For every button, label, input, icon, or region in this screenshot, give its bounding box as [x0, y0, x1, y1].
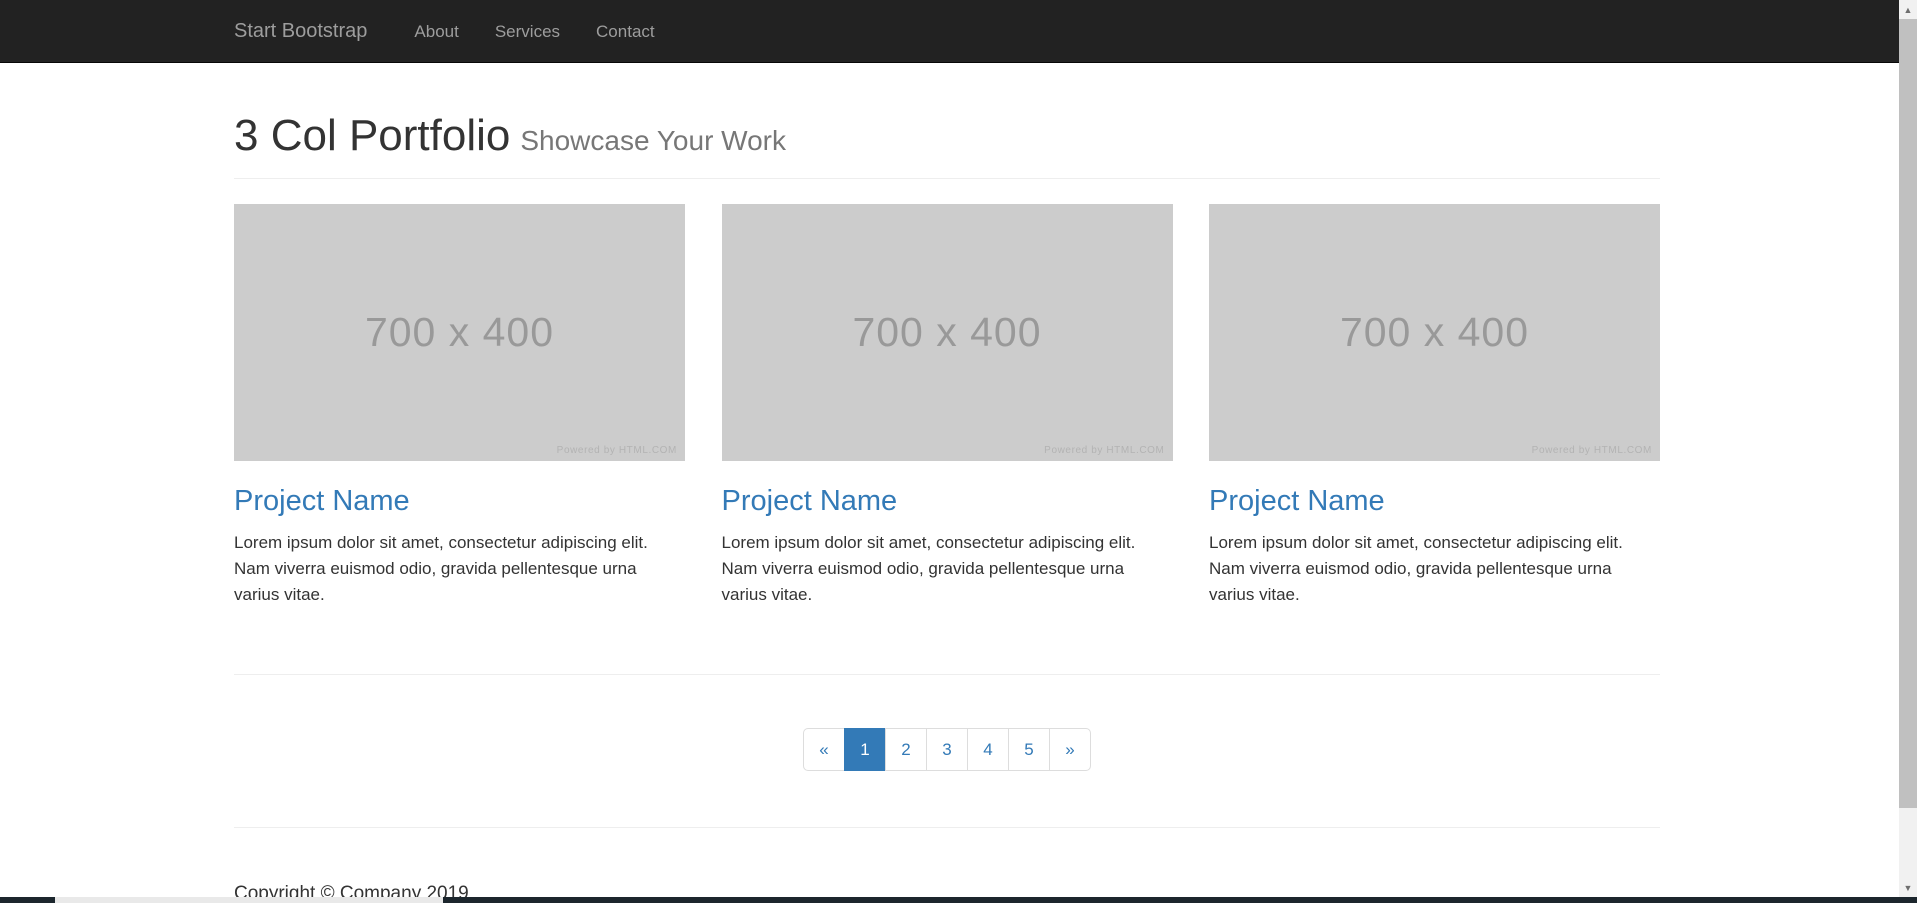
pagination-page-4: 4 [968, 728, 1009, 771]
project-description: Lorem ipsum dolor sit amet, consectetur … [1209, 530, 1660, 608]
placeholder-watermark: Powered by HTML.COM [1044, 445, 1164, 456]
pagination-prev: « [803, 728, 845, 771]
pagination-page-3-button[interactable]: 3 [926, 728, 968, 771]
project-title-link[interactable]: Project Name [1209, 485, 1385, 517]
pagination: « 1 2 3 4 5 » [803, 728, 1091, 771]
page-title: 3 Col Portfolio Showcase Your Work [234, 112, 1660, 165]
pagination-page-5: 5 [1009, 728, 1050, 771]
nav-item-about: About [396, 0, 476, 63]
scroll-up-icon: ▲ [1904, 5, 1913, 15]
project-description: Lorem ipsum dolor sit amet, consectetur … [722, 530, 1173, 608]
scrollbar-track[interactable]: ▲ ▼ [1899, 0, 1917, 897]
page-subtitle: Showcase Your Work [520, 125, 786, 156]
divider-top [234, 674, 1660, 675]
bottom-edge-dark-right [443, 897, 1917, 903]
bottom-edge-light [55, 897, 443, 903]
pagination-page-3: 3 [927, 728, 968, 771]
scroll-down-icon: ▼ [1904, 883, 1913, 893]
pagination-container: « 1 2 3 4 5 » [234, 728, 1660, 771]
copyright-text: Copyright © Company 2019 [234, 880, 1660, 908]
placeholder-watermark: Powered by HTML.COM [557, 445, 677, 456]
placeholder-image: 700 x 400 Powered by HTML.COM [1209, 204, 1660, 461]
project-title: Project Name [234, 485, 685, 518]
nav-link-contact[interactable]: Contact [578, 0, 673, 63]
pagination-page-2-button[interactable]: 2 [885, 728, 927, 771]
pagination-next-button[interactable]: » [1049, 728, 1091, 771]
project-title: Project Name [1209, 485, 1660, 518]
divider-bottom [234, 827, 1660, 828]
nav-link-services[interactable]: Services [477, 0, 578, 63]
pagination-page-1: 1 [845, 728, 886, 771]
scroll-down-button[interactable]: ▼ [1899, 878, 1917, 897]
navbar-menu: About Services Contact [396, 0, 672, 63]
pagination-page-2: 2 [886, 728, 927, 771]
project-card: 700 x 400 Powered by HTML.COM Project Na… [1209, 204, 1660, 608]
brand-link[interactable]: Start Bootstrap [234, 0, 367, 63]
main-container: 3 Col Portfolio Showcase Your Work 700 x … [234, 112, 1660, 908]
pagination-prev-button[interactable]: « [803, 728, 845, 771]
placeholder-image: 700 x 400 Powered by HTML.COM [722, 204, 1173, 461]
bottom-edge-dark-left [0, 897, 55, 903]
placeholder-size-label: 700 x 400 [852, 309, 1041, 356]
page-title-text: 3 Col Portfolio [234, 111, 510, 160]
page-header: 3 Col Portfolio Showcase Your Work [234, 112, 1660, 179]
pagination-page-4-button[interactable]: 4 [967, 728, 1009, 771]
pagination-page-5-button[interactable]: 5 [1008, 728, 1050, 771]
nav-item-contact: Contact [578, 0, 673, 63]
project-title-link[interactable]: Project Name [722, 485, 898, 517]
pagination-page-1-button[interactable]: 1 [844, 728, 886, 771]
footer: Copyright © Company 2019 [234, 880, 1660, 908]
portfolio-grid: 700 x 400 Powered by HTML.COM Project Na… [234, 204, 1660, 608]
scroll-up-button[interactable]: ▲ [1899, 0, 1917, 19]
project-card: 700 x 400 Powered by HTML.COM Project Na… [234, 204, 685, 608]
placeholder-watermark: Powered by HTML.COM [1532, 445, 1652, 456]
placeholder-size-label: 700 x 400 [1340, 309, 1529, 356]
project-title-link[interactable]: Project Name [234, 485, 410, 517]
project-card: 700 x 400 Powered by HTML.COM Project Na… [722, 204, 1173, 608]
project-description: Lorem ipsum dolor sit amet, consectetur … [234, 530, 685, 608]
placeholder-image: 700 x 400 Powered by HTML.COM [234, 204, 685, 461]
pagination-next: » [1050, 728, 1091, 771]
scrollbar-thumb[interactable] [1899, 19, 1917, 808]
navbar: Start Bootstrap About Services Contact [0, 0, 1899, 63]
nav-link-about[interactable]: About [396, 0, 476, 63]
placeholder-size-label: 700 x 400 [365, 309, 554, 356]
project-title: Project Name [722, 485, 1173, 518]
nav-item-services: Services [477, 0, 578, 63]
